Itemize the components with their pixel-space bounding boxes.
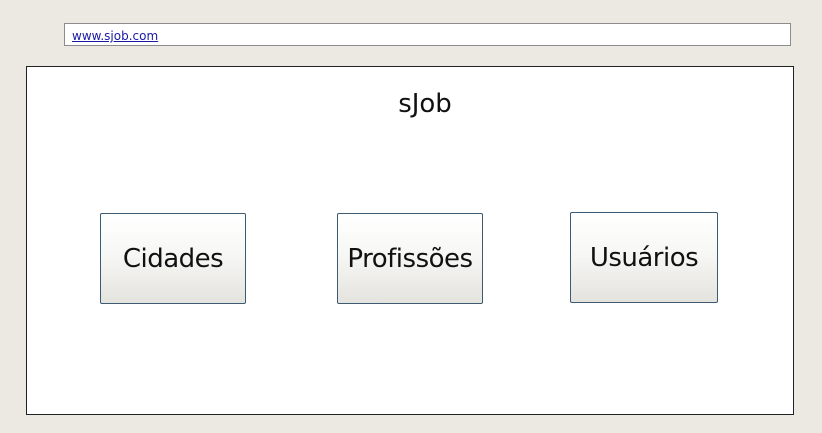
address-bar[interactable]: www.sjob.com [64,23,791,46]
main-panel: sJob Cidades Profissões Usuários [26,66,794,415]
profissoes-button[interactable]: Profissões [337,213,483,304]
app-title: sJob [398,89,452,119]
cidades-button[interactable]: Cidades [100,213,246,304]
url-link[interactable]: www.sjob.com [72,29,158,43]
usuarios-button[interactable]: Usuários [570,212,718,303]
